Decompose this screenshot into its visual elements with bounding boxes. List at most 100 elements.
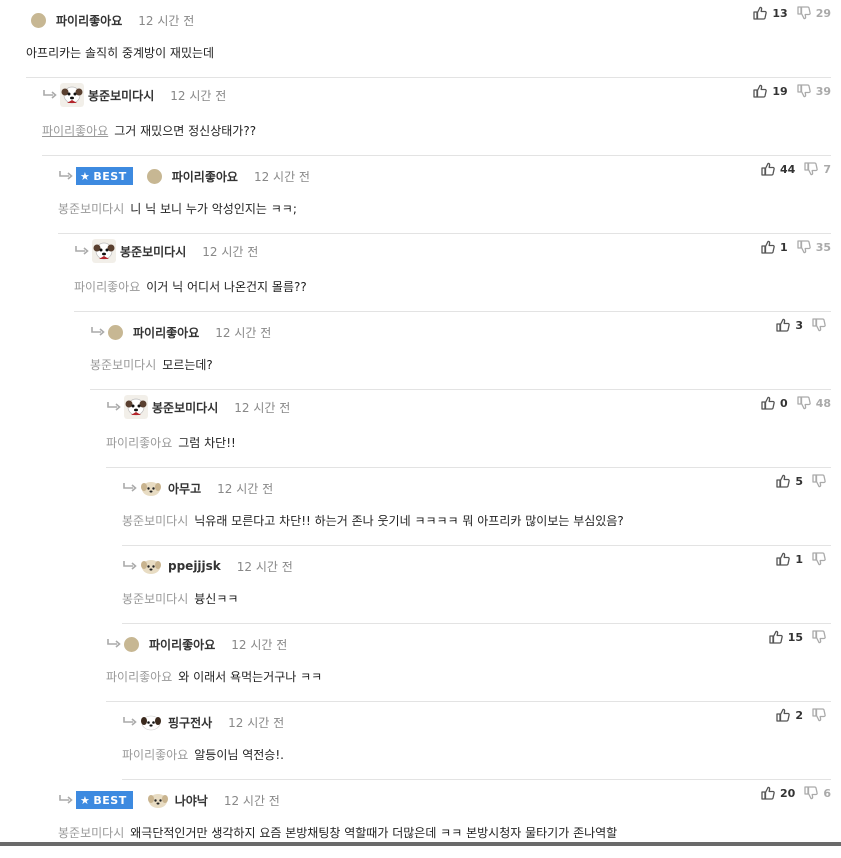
downvote-button[interactable]: 35 (797, 240, 831, 254)
downvote-button[interactable] (812, 474, 831, 488)
upvote-count: 3 (795, 318, 803, 332)
vote-group: 15 (769, 630, 831, 644)
timestamp: 12 시간 전 (231, 637, 288, 652)
avatar[interactable] (124, 395, 148, 419)
avatar[interactable] (146, 168, 162, 184)
vote-group: 1 35 (761, 240, 831, 254)
thumbs-up-icon (753, 84, 767, 98)
downvote-count: 6 (823, 786, 831, 800)
upvote-count: 1 (795, 552, 803, 566)
comment-item: 봉준보미다시 12 시간 전 1 35 파이리좋아요 이거 닉 어디서 나온건지 … (74, 234, 831, 312)
upvote-count: 1 (780, 240, 788, 254)
upvote-button[interactable]: 13 (753, 6, 788, 20)
thumbs-up-icon (761, 240, 775, 254)
author-name[interactable]: 파이리좋아요 (56, 12, 122, 29)
mention-link[interactable]: 파이리좋아요 (42, 124, 108, 138)
downvote-button[interactable]: 48 (797, 396, 831, 410)
avatar[interactable] (92, 239, 116, 263)
mention-link[interactable]: 파이리좋아요 (106, 436, 172, 450)
downvote-button[interactable]: 7 (804, 162, 831, 176)
comment-text: 그럼 차단!! (178, 436, 236, 450)
star-icon: ★ (80, 169, 91, 183)
reply-arrow-icon (122, 716, 138, 728)
comment-item: 봉준보미다시 12 시간 전 0 48 파이리좋아요 그럼 차단!! (106, 390, 831, 468)
star-icon: ★ (80, 793, 91, 807)
author-name[interactable]: 파이리좋아요 (133, 324, 199, 341)
comment-body: 파이리좋아요 알등이님 역전승!. (122, 746, 284, 763)
author-name[interactable]: 봉준보미다시 (88, 87, 154, 104)
thumbs-up-icon (776, 474, 790, 488)
timestamp: 12 시간 전 (215, 325, 272, 340)
vote-group: 44 7 (761, 162, 831, 176)
upvote-button[interactable]: 15 (769, 630, 803, 644)
upvote-button[interactable]: 44 (761, 162, 795, 176)
comment-header: ★ BEST 파이리좋아요 12 시간 전 (58, 166, 310, 186)
author-name[interactable]: 나야낙 (175, 792, 208, 809)
thumbs-down-icon (797, 396, 811, 410)
avatar[interactable] (124, 636, 139, 652)
comment-header: 아무고 12 시간 전 (122, 478, 273, 498)
upvote-button[interactable]: 2 (776, 708, 803, 722)
thumbs-up-icon (761, 162, 775, 176)
mention-link[interactable]: 봉준보미다시 (90, 358, 156, 372)
downvote-button[interactable]: 29 (797, 6, 831, 20)
comment-body: 파이리좋아요 이거 닉 어디서 나온건지 몰름?? (74, 278, 307, 295)
comment-header: 봉준보미다시 12 시간 전 (74, 241, 258, 261)
comment-body: 봉준보미다시 니 닉 보니 누가 악성인지는 ㅋㅋ; (58, 200, 297, 217)
upvote-button[interactable]: 5 (776, 474, 803, 488)
downvote-button[interactable]: 39 (797, 84, 831, 98)
upvote-button[interactable]: 19 (753, 84, 788, 98)
mention-link[interactable]: 파이리좋아요 (74, 280, 140, 294)
horizontal-scrollbar[interactable] (0, 842, 841, 846)
mention-link[interactable]: 봉준보미다시 (122, 514, 188, 528)
comment-text: 이거 닉 어디서 나온건지 몰름?? (146, 280, 307, 294)
reply-arrow-icon (42, 89, 58, 101)
mention-link[interactable]: 봉준보미다시 (122, 592, 188, 606)
comment-item: ppejjjsk 12 시간 전 1 봉준보미다시 븅신ㅋㅋ (122, 546, 831, 624)
avatar[interactable] (140, 713, 162, 731)
avatar[interactable] (31, 12, 46, 28)
thumbs-down-icon (812, 630, 826, 644)
upvote-button[interactable]: 0 (761, 396, 788, 410)
avatar[interactable] (108, 324, 123, 340)
author-name[interactable]: 봉준보미다시 (120, 243, 186, 260)
avatar[interactable] (147, 791, 169, 809)
author-name[interactable]: 아무고 (168, 480, 201, 497)
upvote-count: 19 (772, 84, 788, 98)
downvote-button[interactable]: 6 (804, 786, 831, 800)
avatar[interactable] (140, 479, 162, 497)
comment-header: 파이리좋아요 12 시간 전 (31, 10, 194, 30)
vote-group: 3 (776, 318, 831, 332)
reply-arrow-icon (58, 794, 74, 806)
mention-link[interactable]: 파이리좋아요 (122, 748, 188, 762)
avatar[interactable] (140, 557, 162, 575)
timestamp: 12 시간 전 (228, 715, 285, 730)
author-name[interactable]: 파이리좋아요 (149, 636, 215, 653)
thumbs-down-icon (812, 552, 826, 566)
comment-text: 와 이래서 욕먹는거구나 ㅋㅋ (178, 670, 323, 684)
author-name[interactable]: ppejjjsk (168, 559, 221, 573)
mention-link[interactable]: 봉준보미다시 (58, 826, 124, 840)
reply-arrow-icon (106, 401, 122, 413)
downvote-button[interactable] (812, 318, 831, 332)
reply-arrow-icon (90, 326, 106, 338)
author-name[interactable]: 봉준보미다시 (152, 399, 218, 416)
mention-link[interactable]: 파이리좋아요 (106, 670, 172, 684)
downvote-count: 29 (815, 6, 831, 20)
upvote-count: 13 (772, 6, 788, 20)
downvote-button[interactable] (812, 708, 831, 722)
author-name[interactable]: 파이리좋아요 (172, 168, 238, 185)
downvote-button[interactable] (812, 630, 831, 644)
author-name[interactable]: 핑구전사 (168, 714, 212, 731)
upvote-button[interactable]: 1 (761, 240, 788, 254)
mention-link[interactable]: 봉준보미다시 (58, 202, 124, 216)
comment-text: 알등이님 역전승!. (194, 748, 284, 762)
comment-header: 파이리좋아요 12 시간 전 (90, 322, 271, 342)
upvote-button[interactable]: 3 (776, 318, 803, 332)
downvote-button[interactable] (812, 552, 831, 566)
upvote-button[interactable]: 20 (761, 786, 795, 800)
upvote-button[interactable]: 1 (776, 552, 803, 566)
reply-arrow-icon (122, 482, 138, 494)
avatar[interactable] (60, 83, 84, 107)
comment-text: 닉유래 모른다고 차단!! 하는거 존나 웃기네 ㅋㅋㅋㅋ 뭐 아프리카 많이보… (194, 514, 624, 528)
